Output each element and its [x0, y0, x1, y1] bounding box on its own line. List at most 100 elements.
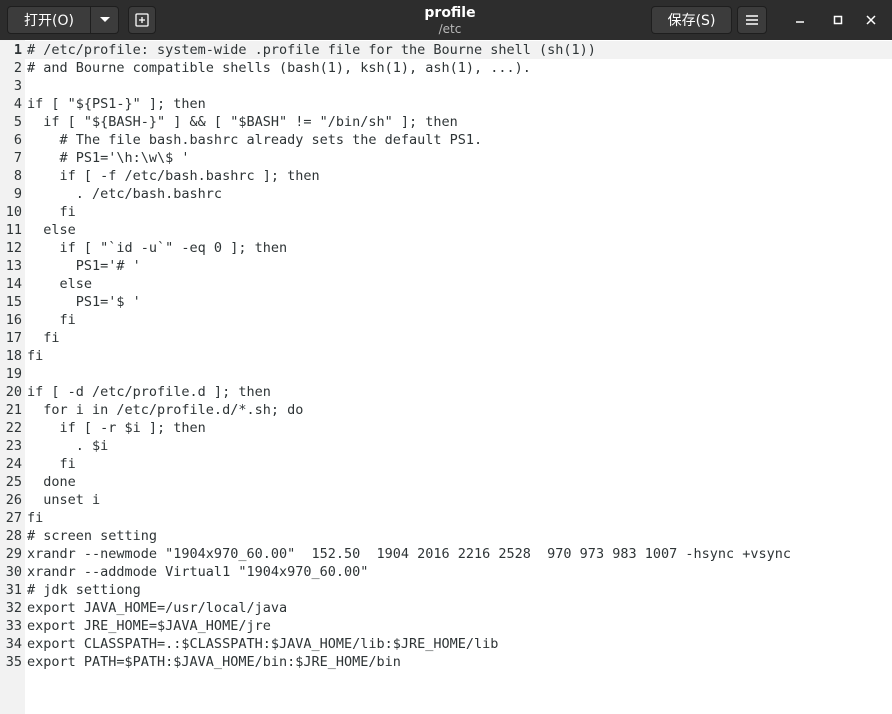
code-line[interactable]: 19 [0, 365, 892, 383]
hamburger-menu-button[interactable] [737, 6, 767, 34]
maximize-icon [833, 15, 843, 25]
line-number: 16 [5, 312, 22, 328]
code-line[interactable]: 6 # The file bash.bashrc already sets th… [0, 131, 892, 149]
open-menu-button[interactable] [91, 6, 119, 34]
line-number: 3 [13, 78, 22, 94]
code-line[interactable]: 32 export JAVA_HOME=/usr/local/java [0, 599, 892, 617]
line-number: 14 [5, 276, 22, 292]
line-number: 19 [5, 366, 22, 382]
line-number: 4 [13, 96, 22, 112]
code-text: else [27, 276, 93, 292]
line-number: 9 [13, 186, 22, 202]
line-number: 23 [5, 438, 22, 454]
new-tab-icon [135, 13, 149, 27]
line-number: 33 [5, 618, 22, 634]
code-line[interactable]: 3 [0, 77, 892, 95]
code-line[interactable]: 2 # and Bourne compatible shells (bash(1)… [0, 59, 892, 77]
code-text: fi [27, 456, 76, 472]
code-line[interactable]: 4 if [ "${PS1-}" ]; then [0, 95, 892, 113]
maximize-button[interactable] [828, 10, 848, 30]
code-text: # PS1='\h:\w\$ ' [27, 150, 190, 166]
code-line[interactable]: 11 else [0, 221, 892, 239]
line-number: 10 [5, 204, 22, 220]
line-number: 29 [5, 546, 22, 562]
line-number: 18 [5, 348, 22, 364]
open-button[interactable]: 打开(O) [7, 6, 91, 34]
close-button[interactable] [861, 10, 881, 30]
line-number: 26 [5, 492, 22, 508]
code-line[interactable]: 27 fi [0, 509, 892, 527]
code-line[interactable]: 16 fi [0, 311, 892, 329]
save-button[interactable]: 保存(S) [651, 6, 732, 34]
line-number: 17 [5, 330, 22, 346]
code-text: PS1='$ ' [27, 294, 141, 310]
line-number: 21 [5, 402, 22, 418]
hamburger-icon [746, 15, 758, 25]
code-text: unset i [27, 492, 101, 508]
code-line[interactable]: 31 # jdk settiong [0, 581, 892, 599]
code-line[interactable]: 17 fi [0, 329, 892, 347]
header-bar: 打开(O) profile /etc 保存(S) [0, 0, 892, 40]
window-title: profile [424, 5, 476, 21]
code-line[interactable]: 21 for i in /etc/profile.d/*.sh; do [0, 401, 892, 419]
code-text: if [ -r $i ]; then [27, 420, 206, 436]
code-text: # /etc/profile: system-wide .profile fil… [27, 42, 596, 58]
line-number: 20 [5, 384, 22, 400]
line-number: 5 [13, 114, 22, 130]
line-number: 22 [5, 420, 22, 436]
code-line[interactable]: 34 export CLASSPATH=.:$CLASSPATH:$JAVA_HO… [0, 635, 892, 653]
code-line[interactable]: 9 . /etc/bash.bashrc [0, 185, 892, 203]
code-line[interactable]: 18 fi [0, 347, 892, 365]
line-number: 35 [5, 654, 22, 670]
code-line[interactable]: 8 if [ -f /etc/bash.bashrc ]; then [0, 167, 892, 185]
code-line[interactable]: 14 else [0, 275, 892, 293]
minimize-button[interactable] [790, 10, 810, 30]
code-line[interactable]: 10 fi [0, 203, 892, 221]
code-line[interactable]: 35 export PATH=$PATH:$JAVA_HOME/bin:$JRE_… [0, 653, 892, 671]
code-line[interactable]: 1 # /etc/profile: system-wide .profile fi… [0, 41, 892, 59]
code-line[interactable]: 23 . $i [0, 437, 892, 455]
new-document-button[interactable] [128, 6, 156, 34]
code-text: if [ "`id -u`" -eq 0 ]; then [27, 240, 288, 256]
code-text: fi [27, 510, 44, 526]
code-line[interactable]: 13 PS1='# ' [0, 257, 892, 275]
code-line[interactable]: 12 if [ "`id -u`" -eq 0 ]; then [0, 239, 892, 257]
code-line[interactable]: 24 fi [0, 455, 892, 473]
window-title-area: profile /etc [300, 5, 600, 37]
line-number: 15 [5, 294, 22, 310]
text-editor[interactable]: 1 # /etc/profile: system-wide .profile fi… [0, 40, 892, 714]
code-text: export PATH=$PATH:$JAVA_HOME/bin:$JRE_HO… [27, 654, 401, 670]
code-text: # The file bash.bashrc already sets the … [27, 132, 483, 148]
line-number: 8 [13, 168, 22, 184]
code-line[interactable]: 30 xrandr --addmode Virtual1 "1904x970_60… [0, 563, 892, 581]
chevron-down-icon [99, 17, 110, 22]
code-text: if [ "${BASH-}" ] && [ "$BASH" != "/bin/… [27, 114, 458, 130]
code-text: export CLASSPATH=.:$CLASSPATH:$JAVA_HOME… [27, 636, 499, 652]
line-number: 13 [5, 258, 22, 274]
code-line[interactable]: 15 PS1='$ ' [0, 293, 892, 311]
line-number: 1 [13, 42, 22, 58]
line-number: 32 [5, 600, 22, 616]
code-text: . /etc/bash.bashrc [27, 186, 223, 202]
code-line[interactable]: 22 if [ -r $i ]; then [0, 419, 892, 437]
code-line[interactable]: 29 xrandr --newmode "1904x970_60.00" 152.… [0, 545, 892, 563]
line-number: 6 [13, 132, 22, 148]
code-text: fi [27, 204, 76, 220]
line-number: 34 [5, 636, 22, 652]
code-text: export JAVA_HOME=/usr/local/java [27, 600, 288, 616]
code-line[interactable]: 25 done [0, 473, 892, 491]
code-line[interactable]: 20 if [ -d /etc/profile.d ]; then [0, 383, 892, 401]
code-text: if [ "${PS1-}" ]; then [27, 96, 206, 112]
line-number: 27 [5, 510, 22, 526]
code-line[interactable]: 26 unset i [0, 491, 892, 509]
code-line[interactable]: 7 # PS1='\h:\w\$ ' [0, 149, 892, 167]
close-icon [866, 15, 876, 25]
code-text: done [27, 474, 76, 490]
code-text: # screen setting [27, 528, 158, 544]
code-line[interactable]: 5 if [ "${BASH-}" ] && [ "$BASH" != "/bi… [0, 113, 892, 131]
code-line[interactable]: 28 # screen setting [0, 527, 892, 545]
line-number: 2 [13, 60, 22, 76]
code-line[interactable]: 33 export JRE_HOME=$JAVA_HOME/jre [0, 617, 892, 635]
save-button-label: 保存(S) [667, 13, 716, 29]
window-subtitle: /etc [438, 22, 462, 36]
